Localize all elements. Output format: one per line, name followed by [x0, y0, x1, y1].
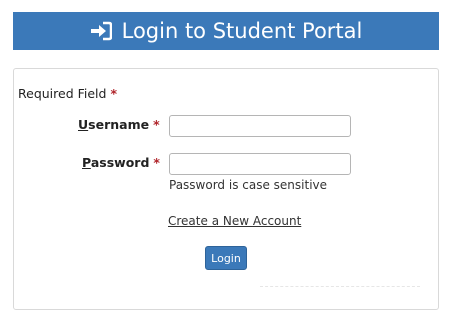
create-account-link[interactable]: Create a New Account: [168, 214, 301, 228]
password-required-star: *: [153, 155, 160, 170]
page-title: Login to Student Portal: [121, 19, 363, 43]
username-label-text: sername: [88, 117, 150, 132]
required-star: *: [110, 86, 118, 101]
password-label-text: assword: [90, 155, 150, 170]
sign-in-icon: [90, 21, 112, 41]
portal-header: Login to Student Portal: [13, 12, 439, 50]
divider: [260, 286, 420, 288]
login-button[interactable]: Login: [205, 246, 247, 270]
required-field-label: Required Field: [18, 86, 107, 101]
required-field-note: Required Field *: [18, 86, 117, 101]
username-required-star: *: [153, 117, 160, 132]
password-label: Password *: [82, 155, 160, 170]
username-field[interactable]: [169, 115, 351, 137]
username-label: Username *: [78, 117, 160, 132]
password-label-mnemonic: P: [82, 155, 91, 170]
password-field[interactable]: [169, 153, 351, 175]
username-label-mnemonic: U: [78, 117, 89, 132]
password-hint: Password is case sensitive: [169, 178, 328, 192]
